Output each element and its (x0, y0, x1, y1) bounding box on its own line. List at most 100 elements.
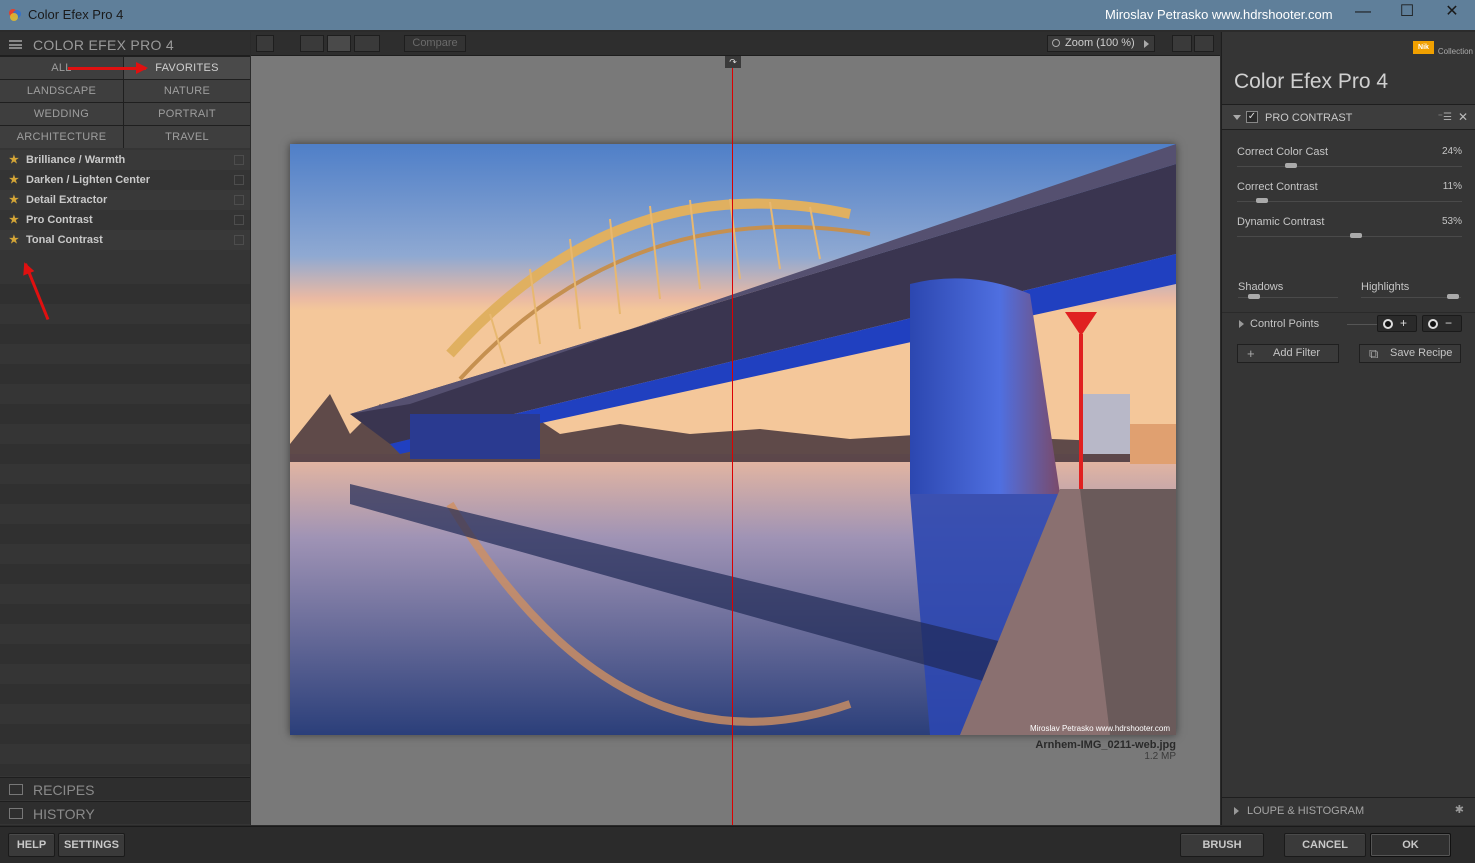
list-item[interactable]: ★ Brilliance / Warmth (0, 150, 250, 170)
slider-knob[interactable] (1447, 294, 1459, 299)
list-item[interactable]: ★ Tonal Contrast (0, 230, 250, 250)
hide-right-panel-button[interactable] (1194, 35, 1214, 52)
divider (1347, 324, 1377, 325)
slider-label: Correct Contrast (1237, 181, 1318, 193)
duplicate-icon[interactable] (234, 235, 244, 245)
menu-icon[interactable] (9, 40, 22, 49)
filter-label: Brilliance / Warmth (26, 154, 126, 166)
filter-enable-checkbox[interactable]: ✓ (1246, 111, 1258, 123)
maximize-button[interactable]: ☐ (1387, 0, 1427, 26)
side-by-side-view-button[interactable] (354, 35, 380, 52)
close-button[interactable]: ✕ (1432, 0, 1472, 26)
nik-logo: Nik (1413, 41, 1434, 54)
list-item[interactable]: ★ Pro Contrast (0, 210, 250, 230)
pin-icon[interactable]: ✱ (1455, 803, 1464, 816)
shadows-label: Shadows (1238, 281, 1284, 293)
preview-image[interactable]: Miroslav Petrasko www.hdrshooter.com (290, 144, 1176, 735)
add-control-point-button[interactable]: + (1377, 315, 1417, 332)
save-recipe-button[interactable]: ⧉ Save Recipe (1359, 344, 1461, 363)
list-item[interactable]: ★ Detail Extractor (0, 190, 250, 210)
filter-list: ★ Brilliance / Warmth ★ Darken / Lighten C… (0, 150, 250, 250)
remove-control-point-button[interactable]: − (1422, 315, 1462, 332)
control-points-row[interactable]: Control Points + − (1222, 312, 1475, 334)
split-rotate-icon[interactable]: ↷ (725, 56, 741, 68)
left-panel-header: COLOR EFEX PRO 4 (0, 32, 250, 56)
duplicate-icon[interactable] (234, 215, 244, 225)
star-icon[interactable]: ★ (9, 230, 19, 250)
cancel-button[interactable]: CANCEL (1284, 833, 1366, 857)
recipes-label: RECIPES (33, 782, 95, 798)
minimize-button[interactable]: — (1343, 0, 1383, 26)
preview-canvas[interactable]: Miroslav Petrasko www.hdrshooter.com Arn… (251, 56, 1220, 825)
expand-icon[interactable] (1239, 320, 1244, 328)
filter-label: Tonal Contrast (26, 234, 103, 246)
settings-button[interactable]: SETTINGS (58, 833, 125, 857)
filter-menu-icon[interactable]: ⁻☰ (1438, 112, 1452, 123)
filter-label: Darken / Lighten Center (26, 174, 151, 186)
slider-knob[interactable] (1285, 163, 1297, 168)
category-landscape[interactable]: LANDSCAPE (0, 80, 123, 102)
window-owner-text: Miroslav Petrasko www.hdrshooter.com (1105, 7, 1333, 22)
file-info: Arnhem-IMG_0211-web.jpg 1.2 MP (1035, 739, 1176, 762)
slider-knob[interactable] (1248, 294, 1260, 299)
brush-button[interactable]: BRUSH (1180, 833, 1264, 857)
category-wedding[interactable]: WEDDING (0, 103, 123, 125)
slider-track[interactable] (1237, 166, 1462, 167)
history-section[interactable]: HISTORY (0, 801, 250, 824)
slider-correct-color-cast[interactable]: Correct Color Cast 24% (1237, 146, 1462, 180)
slider-knob[interactable] (1255, 198, 1268, 203)
split-view-button[interactable] (327, 35, 351, 52)
slider-correct-contrast[interactable]: Correct Contrast 11% (1237, 181, 1462, 215)
star-icon[interactable]: ★ (9, 150, 19, 170)
category-architecture[interactable]: ARCHITECTURE (0, 126, 123, 148)
add-filter-button[interactable]: + Add Filter (1237, 344, 1339, 363)
slider-value: 24% (1441, 146, 1462, 157)
category-travel[interactable]: TRAVEL (124, 126, 250, 148)
duplicate-icon[interactable] (234, 155, 244, 165)
list-item[interactable]: ★ Darken / Lighten Center (0, 170, 250, 190)
remove-filter-icon[interactable]: ✕ (1458, 110, 1468, 124)
duplicate-icon[interactable] (234, 195, 244, 205)
category-portrait[interactable]: PORTRAIT (124, 103, 250, 125)
window-title: Color Efex Pro 4 (28, 7, 124, 22)
star-icon[interactable]: ★ (9, 210, 19, 230)
filter-name: PRO CONTRAST (1265, 112, 1353, 124)
expand-icon[interactable] (1234, 807, 1239, 815)
bottom-bar: HELP SETTINGS BRUSH CANCEL OK (0, 826, 1475, 863)
loupe-histogram-section[interactable]: LOUPE & HISTOGRAM ✱ (1222, 797, 1475, 823)
slider-track[interactable] (1361, 297, 1461, 298)
background-toggle-button[interactable] (1172, 35, 1192, 52)
ok-button[interactable]: OK (1370, 833, 1451, 857)
hide-panel-button[interactable] (256, 35, 274, 52)
compare-button[interactable]: Compare (404, 35, 466, 52)
save-recipe-label: Save Recipe (1390, 347, 1453, 359)
split-preview-line[interactable] (732, 56, 733, 825)
filter-list-empty-area (0, 264, 250, 776)
duplicate-icon[interactable] (234, 175, 244, 185)
star-icon[interactable]: ★ (9, 190, 19, 210)
file-size: 1.2 MP (1144, 751, 1176, 762)
slider-dynamic-contrast[interactable]: Dynamic Contrast 53% (1237, 216, 1462, 250)
recipes-section[interactable]: RECIPES (0, 777, 250, 800)
single-view-button[interactable] (300, 35, 324, 52)
slider-knob[interactable] (1350, 233, 1363, 238)
slider-highlights[interactable]: Highlights (1361, 277, 1461, 307)
app-title: Color Efex Pro 4 (1234, 70, 1389, 93)
highlights-label: Highlights (1361, 281, 1410, 293)
slider-track[interactable] (1237, 201, 1462, 202)
slider-shadows[interactable]: Shadows (1238, 277, 1338, 307)
category-nature[interactable]: NATURE (124, 80, 250, 102)
help-button[interactable]: HELP (8, 833, 55, 857)
control-points-label: Control Points (1250, 318, 1320, 330)
star-icon[interactable]: ★ (9, 170, 19, 190)
zoom-label: Zoom (100 %) (1065, 37, 1135, 49)
collapse-icon[interactable] (1233, 115, 1241, 120)
recipes-icon (9, 784, 23, 795)
history-icon (9, 808, 23, 819)
filter-header[interactable]: ✓ PRO CONTRAST ⁻☰ ✕ (1222, 104, 1475, 130)
filter-controls-panel: Nik Collection Color Efex Pro 4 ✓ PRO CO… (1221, 32, 1475, 825)
filter-browser-panel: COLOR EFEX PRO 4 ALL FAVORITES LANDSCAPE… (0, 32, 250, 825)
zoom-control[interactable]: Zoom (100 %) (1047, 35, 1155, 52)
slider-label: Correct Color Cast (1237, 146, 1329, 158)
loupe-label: LOUPE & HISTOGRAM (1247, 805, 1365, 817)
